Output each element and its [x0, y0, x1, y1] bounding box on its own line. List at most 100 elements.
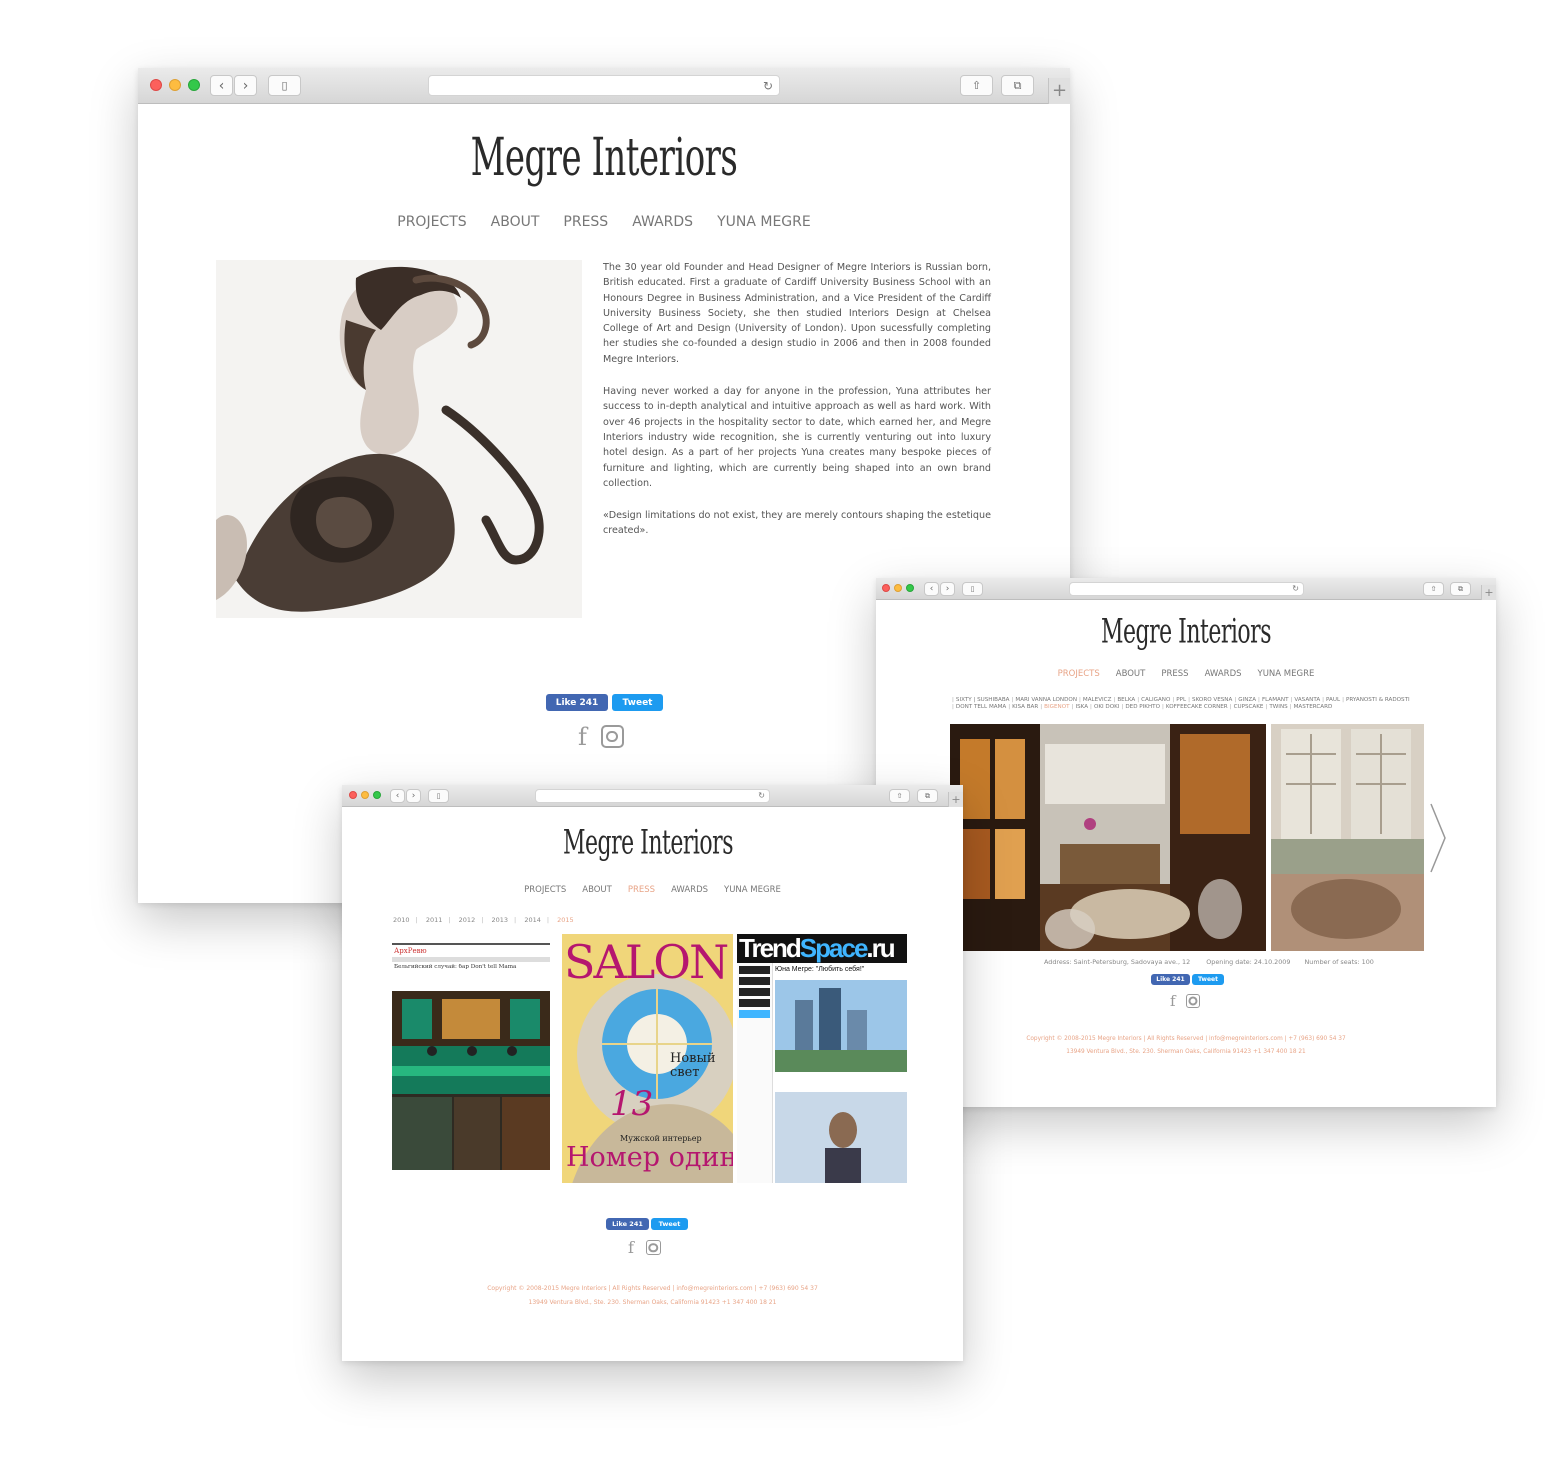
project-link[interactable]: MASTERCARD — [1294, 704, 1333, 711]
new-tab-button[interactable]: + — [948, 792, 963, 807]
instagram-icon[interactable] — [645, 1240, 661, 1255]
nav-projects[interactable]: PROJECTS — [397, 214, 466, 230]
year-2013[interactable]: 2013 — [491, 916, 508, 924]
tabs-button[interactable]: ⧉ — [1450, 582, 1471, 596]
nav-awards[interactable]: AWARDS — [1205, 669, 1242, 679]
nav-about[interactable]: ABOUT — [491, 214, 540, 230]
address-bar[interactable]: ↻ — [1069, 582, 1304, 596]
year-2012[interactable]: 2012 — [459, 916, 476, 924]
project-link[interactable]: KISA BAR — [1012, 704, 1038, 711]
nav-awards[interactable]: AWARDS — [632, 214, 693, 230]
project-separator: | — [1040, 704, 1043, 710]
project-link[interactable]: SIXTY | SUSHIBABA — [956, 697, 1010, 704]
close-window-button[interactable] — [150, 79, 162, 91]
back-button[interactable]: ‹ — [390, 789, 405, 803]
reload-icon[interactable]: ↻ — [758, 792, 765, 800]
facebook-like-button[interactable]: Like 241 — [1151, 974, 1190, 985]
project-link[interactable]: BIGENOT — [1044, 704, 1069, 711]
share-button[interactable]: ⇧ — [960, 75, 993, 96]
project-link[interactable]: OKI DOKI — [1094, 704, 1120, 711]
share-button[interactable]: ⇧ — [1423, 582, 1444, 596]
browser-toolbar: ‹ › ▯ ↻ ⇧ ⧉ + — [876, 578, 1496, 600]
nav-press[interactable]: PRESS — [1161, 669, 1188, 679]
new-tab-button[interactable]: + — [1481, 585, 1496, 600]
share-button[interactable]: ⇧ — [889, 789, 910, 803]
project-link[interactable]: DONT TELL MAMA — [956, 704, 1006, 711]
browser-toolbar: ‹ › ▯ ↻ ⇧ ⧉ + — [342, 785, 963, 807]
address-bar[interactable]: ↻ — [428, 75, 780, 96]
nav-projects[interactable]: PROJECTS — [524, 885, 566, 895]
reload-icon[interactable]: ↻ — [763, 80, 773, 92]
minimize-window-button[interactable] — [361, 791, 369, 799]
site-logo[interactable]: Megre Interiors — [1086, 613, 1286, 653]
tabs-button[interactable]: ⧉ — [917, 789, 938, 803]
facebook-like-button[interactable]: Like 241 — [606, 1218, 649, 1230]
forward-button[interactable]: › — [406, 789, 421, 803]
press-item-trendspace[interactable]: TrendSpace.ru Юна Мегре: "Любить себя!" — [737, 934, 907, 1183]
forward-button[interactable]: › — [940, 582, 955, 596]
maximize-window-button[interactable] — [373, 791, 381, 799]
instagram-icon[interactable] — [1185, 994, 1200, 1008]
year-2011[interactable]: 2011 — [426, 916, 443, 924]
sidebar-button[interactable]: ▯ — [428, 789, 449, 803]
press-item-archrevue[interactable]: АрхРевю Бельгийский случай: бар Don't te… — [392, 941, 550, 1170]
new-tab-button[interactable]: + — [1048, 78, 1070, 104]
project-link[interactable]: MALEVICZ — [1083, 697, 1112, 704]
nav-yuna-megre[interactable]: YUNA MEGRE — [724, 885, 781, 895]
site-logo[interactable]: Megre Interiors — [548, 824, 748, 864]
close-window-button[interactable] — [882, 584, 890, 592]
close-window-button[interactable] — [349, 791, 357, 799]
project-link[interactable]: PRYANOSTI & RADOSTI — [1346, 697, 1410, 704]
project-link[interactable]: ISKA — [1075, 704, 1088, 711]
project-link[interactable]: CALIGANO — [1141, 697, 1170, 704]
address-bar[interactable]: ↻ — [535, 789, 770, 803]
project-link[interactable]: CUPSCAKE — [1234, 704, 1264, 711]
sidebar-button[interactable]: ▯ — [962, 582, 983, 596]
nav-yuna-megre[interactable]: YUNA MEGRE — [1258, 669, 1315, 679]
press-item-salon[interactable]: SALON Новый свет 13 Мужской интерьер Ном… — [562, 934, 733, 1183]
facebook-icon[interactable]: f — [628, 1240, 634, 1256]
nav-press[interactable]: PRESS — [563, 214, 608, 230]
next-slide-chevron[interactable] — [1428, 800, 1448, 876]
nav-awards[interactable]: AWARDS — [671, 885, 708, 895]
maximize-window-button[interactable] — [188, 79, 200, 91]
project-separator: | — [1162, 704, 1164, 710]
project-link[interactable]: KOFFEECAKE CORNER — [1166, 704, 1228, 711]
project-link[interactable]: BELKA — [1117, 697, 1135, 704]
project-link[interactable]: VASANTA — [1294, 697, 1320, 704]
project-link[interactable]: DED PIKHTO — [1125, 704, 1160, 711]
nav-projects[interactable]: PROJECTS — [1058, 669, 1100, 679]
project-link[interactable]: TWINS — [1269, 704, 1287, 711]
project-link[interactable]: PAUL — [1326, 697, 1340, 704]
minimize-window-button[interactable] — [894, 584, 902, 592]
project-link[interactable]: FLAMANT — [1262, 697, 1289, 704]
tweet-button[interactable]: Tweet — [651, 1218, 688, 1230]
instagram-icon[interactable] — [600, 725, 624, 748]
tweet-button[interactable]: Tweet — [612, 694, 663, 711]
facebook-like-button[interactable]: Like 241 — [546, 694, 608, 711]
facebook-icon[interactable]: f — [578, 725, 587, 749]
nav-press[interactable]: PRESS — [628, 885, 655, 895]
nav-about[interactable]: ABOUT — [1116, 669, 1146, 679]
site-logo[interactable]: Megre Interiors — [454, 127, 754, 189]
minimize-window-button[interactable] — [169, 79, 181, 91]
tabs-button[interactable]: ⧉ — [1001, 75, 1034, 96]
back-button[interactable]: ‹ — [210, 75, 233, 96]
project-link[interactable]: GINZA — [1238, 697, 1256, 704]
reload-icon[interactable]: ↻ — [1292, 585, 1299, 593]
project-link[interactable]: PPL — [1176, 697, 1186, 704]
year-2015[interactable]: 2015 — [557, 916, 574, 924]
facebook-icon[interactable]: f — [1170, 994, 1176, 1009]
sidebar-button[interactable]: ▯ — [268, 75, 301, 96]
maximize-window-button[interactable] — [906, 584, 914, 592]
back-icon: ‹ — [218, 77, 225, 94]
back-button[interactable]: ‹ — [924, 582, 939, 596]
nav-about[interactable]: ABOUT — [582, 885, 612, 895]
year-2014[interactable]: 2014 — [524, 916, 541, 924]
project-link[interactable]: SKORO VESNA — [1192, 697, 1232, 704]
nav-yuna-megre[interactable]: YUNA MEGRE — [717, 214, 811, 230]
project-link[interactable]: MARI VANNA LONDON — [1015, 697, 1077, 704]
tweet-button[interactable]: Tweet — [1192, 974, 1224, 985]
forward-button[interactable]: › — [234, 75, 257, 96]
year-2010[interactable]: 2010 — [393, 916, 410, 924]
